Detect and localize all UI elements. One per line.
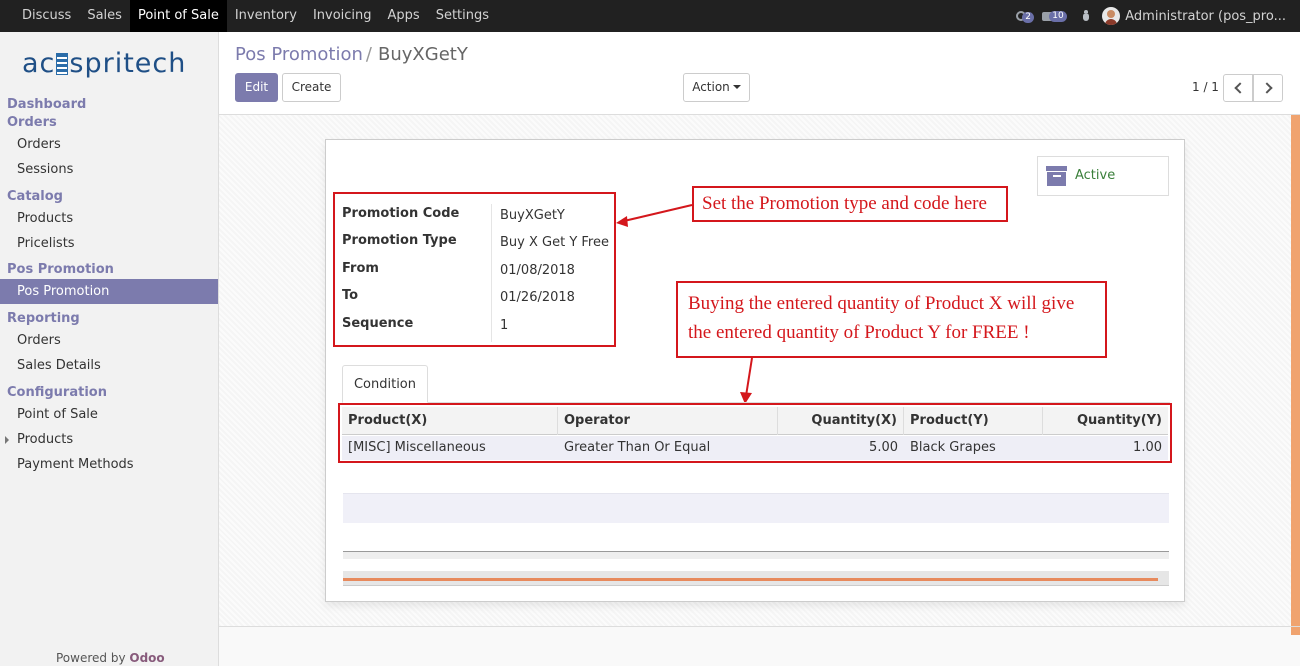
chat-badge: 2 bbox=[1022, 12, 1034, 23]
systray: 2 10 Administrator (pos_pro... bbox=[1016, 0, 1300, 32]
table-header: Product(X) Operator Quantity(X) Product(… bbox=[342, 407, 1168, 435]
field-value: 1 bbox=[500, 318, 509, 333]
field-label: Sequence bbox=[342, 316, 414, 331]
menu-inventory[interactable]: Inventory bbox=[227, 0, 305, 32]
field-value: BuyXGetY bbox=[500, 208, 565, 223]
breadcrumb-current: BuyXGetY bbox=[378, 44, 468, 65]
edit-button[interactable]: Edit bbox=[235, 73, 278, 102]
sidebar-header-catalog[interactable]: Catalog bbox=[0, 188, 218, 206]
sidebar-header-dashboard[interactable]: Dashboard bbox=[0, 96, 218, 114]
scrollbar[interactable] bbox=[1291, 115, 1300, 635]
bug-icon[interactable] bbox=[1080, 10, 1092, 22]
app-menu: Discuss Sales Point of Sale Inventory In… bbox=[0, 0, 497, 32]
avatar[interactable] bbox=[1102, 7, 1121, 25]
powered-by[interactable]: Powered by Odoo bbox=[56, 651, 165, 665]
sidebar-header-pos-promotion[interactable]: Pos Promotion bbox=[0, 261, 218, 279]
create-button[interactable]: Create bbox=[282, 73, 341, 102]
tab-condition[interactable]: Condition bbox=[342, 365, 428, 403]
sidebar-nav: Dashboard Orders Orders Sessions Catalog… bbox=[0, 96, 218, 477]
company-logo: ac spritech bbox=[22, 48, 187, 79]
sidebar-header-configuration[interactable]: Configuration bbox=[0, 384, 218, 402]
annotation-callout-condition: Buying the entered quantity of Product X… bbox=[676, 281, 1107, 358]
active-label: Active bbox=[1075, 168, 1116, 183]
pager-previous-button[interactable] bbox=[1223, 74, 1253, 102]
col-quantity-y[interactable]: Quantity(Y) bbox=[1043, 407, 1168, 435]
col-quantity-x[interactable]: Quantity(X) bbox=[778, 407, 904, 435]
horizontal-scrollbar-thumb[interactable] bbox=[343, 578, 1158, 581]
arrow-line-2 bbox=[745, 357, 753, 397]
cell-product-y: Black Grapes bbox=[910, 440, 996, 455]
field-value: 01/08/2018 bbox=[500, 263, 575, 278]
cell-product-x: [MISC] Miscellaneous bbox=[348, 440, 486, 455]
col-product-x[interactable]: Product(X) bbox=[342, 407, 558, 435]
cell-operator: Greater Than Or Equal bbox=[564, 440, 711, 455]
sidebar-item-pos-promotion[interactable]: Pos Promotion bbox=[0, 279, 218, 304]
field-value: 01/26/2018 bbox=[500, 290, 575, 305]
sidebar-item-pricelists[interactable]: Pricelists bbox=[0, 231, 218, 256]
cell-quantity-x: 5.00 bbox=[869, 440, 898, 455]
sidebar-item-orders[interactable]: Orders bbox=[0, 132, 218, 157]
annotation-callout-type: Set the Promotion type and code here bbox=[692, 186, 1008, 222]
condition-table: Product(X) Operator Quantity(X) Product(… bbox=[338, 403, 1172, 463]
empty-list-area bbox=[343, 493, 1169, 523]
separator-bar bbox=[343, 551, 1169, 559]
sidebar-item-point-of-sale[interactable]: Point of Sale bbox=[0, 402, 218, 427]
sidebar: ac spritech Dashboard Orders Orders Sessi… bbox=[0, 32, 219, 666]
sidebar-header-reporting[interactable]: Reporting bbox=[0, 310, 218, 328]
top-navbar: Discuss Sales Point of Sale Inventory In… bbox=[0, 0, 1300, 32]
field-label: Promotion Code bbox=[342, 206, 460, 221]
breadcrumb: Pos Promotion / BuyXGetY bbox=[235, 44, 468, 65]
action-dropdown[interactable]: Action bbox=[683, 73, 750, 102]
chat-icon[interactable]: 2 bbox=[1016, 9, 1034, 23]
active-toggle-button[interactable]: Active bbox=[1037, 156, 1169, 196]
field-label: From bbox=[342, 261, 379, 276]
sidebar-item-payment-methods[interactable]: Payment Methods bbox=[0, 452, 218, 477]
form-view: Active Promotion Code BuyXGetY Promotion… bbox=[219, 114, 1300, 666]
caret-right-icon bbox=[5, 436, 9, 444]
menu-invoicing[interactable]: Invoicing bbox=[305, 0, 380, 32]
menu-point-of-sale[interactable]: Point of Sale bbox=[129, 0, 227, 32]
annotation-box-fields: Promotion Code BuyXGetY Promotion Type B… bbox=[333, 192, 616, 347]
field-value: Buy X Get Y Free bbox=[500, 235, 609, 250]
chevron-left-icon bbox=[1234, 82, 1246, 94]
user-menu[interactable]: Administrator (pos_pro... bbox=[1125, 9, 1286, 24]
arrow-line-1 bbox=[623, 204, 693, 222]
chevron-right-icon bbox=[1261, 82, 1273, 94]
breadcrumb-parent[interactable]: Pos Promotion bbox=[235, 44, 363, 65]
col-operator[interactable]: Operator bbox=[558, 407, 778, 435]
pager-next-button[interactable] bbox=[1253, 74, 1283, 102]
sidebar-item-config-products[interactable]: Products bbox=[0, 427, 218, 452]
caret-down-icon bbox=[732, 85, 741, 89]
field-label: To bbox=[342, 288, 359, 303]
menu-settings[interactable]: Settings bbox=[428, 0, 497, 32]
cell-quantity-y: 1.00 bbox=[1133, 440, 1162, 455]
messages-icon[interactable]: 10 bbox=[1042, 9, 1068, 23]
menu-discuss[interactable]: Discuss bbox=[14, 0, 79, 32]
pager-value[interactable]: 1 / 1 bbox=[1192, 80, 1219, 94]
sidebar-header-orders[interactable]: Orders bbox=[0, 114, 218, 132]
sidebar-item-sessions[interactable]: Sessions bbox=[0, 157, 218, 182]
menu-sales[interactable]: Sales bbox=[79, 0, 130, 32]
menu-apps[interactable]: Apps bbox=[380, 0, 428, 32]
sidebar-item-report-orders[interactable]: Orders bbox=[0, 328, 218, 353]
col-product-y[interactable]: Product(Y) bbox=[904, 407, 1043, 435]
sidebar-item-sales-details[interactable]: Sales Details bbox=[0, 353, 218, 378]
table-row[interactable]: [MISC] Miscellaneous Greater Than Or Equ… bbox=[342, 436, 1168, 460]
form-sheet: Active Promotion Code BuyXGetY Promotion… bbox=[325, 139, 1185, 602]
messages-badge: 10 bbox=[1049, 11, 1067, 22]
sidebar-item-products[interactable]: Products bbox=[0, 206, 218, 231]
field-label: Promotion Type bbox=[342, 233, 457, 248]
arrow-head-1 bbox=[616, 216, 628, 227]
